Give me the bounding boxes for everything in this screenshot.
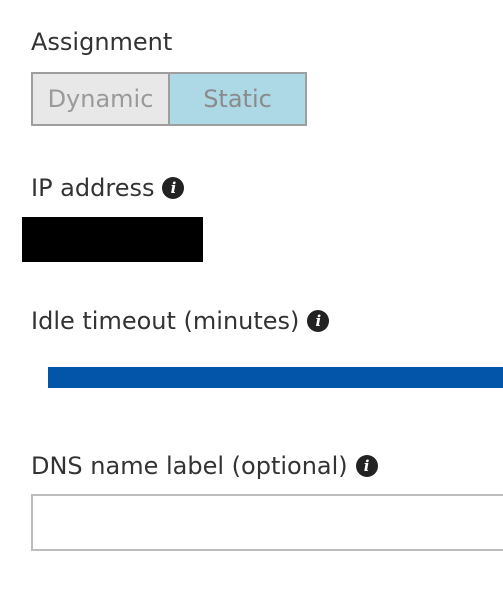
idle-timeout-label-text: Idle timeout (minutes) — [31, 307, 300, 335]
dns-name-input[interactable] — [31, 494, 503, 551]
ip-address-label: IP address i — [31, 173, 185, 203]
public-ip-settings-panel: Assignment Dynamic Static IP address i I… — [0, 0, 503, 614]
idle-timeout-label: Idle timeout (minutes) i — [31, 306, 330, 336]
assignment-static-option[interactable]: Static — [170, 74, 305, 124]
redacted-ip-value — [22, 217, 203, 262]
info-icon[interactable]: i — [307, 310, 330, 332]
dns-name-label-text: DNS name label (optional) — [31, 452, 348, 480]
assignment-label: Assignment — [31, 27, 172, 57]
assignment-label-text: Assignment — [31, 28, 173, 56]
dns-name-label: DNS name label (optional) i — [31, 451, 378, 481]
idle-timeout-slider[interactable] — [48, 367, 503, 388]
info-icon[interactable]: i — [162, 177, 185, 199]
info-icon[interactable]: i — [355, 455, 378, 477]
assignment-toggle: Dynamic Static — [31, 72, 307, 126]
ip-address-label-text: IP address — [31, 174, 155, 202]
assignment-dynamic-option[interactable]: Dynamic — [33, 74, 170, 124]
